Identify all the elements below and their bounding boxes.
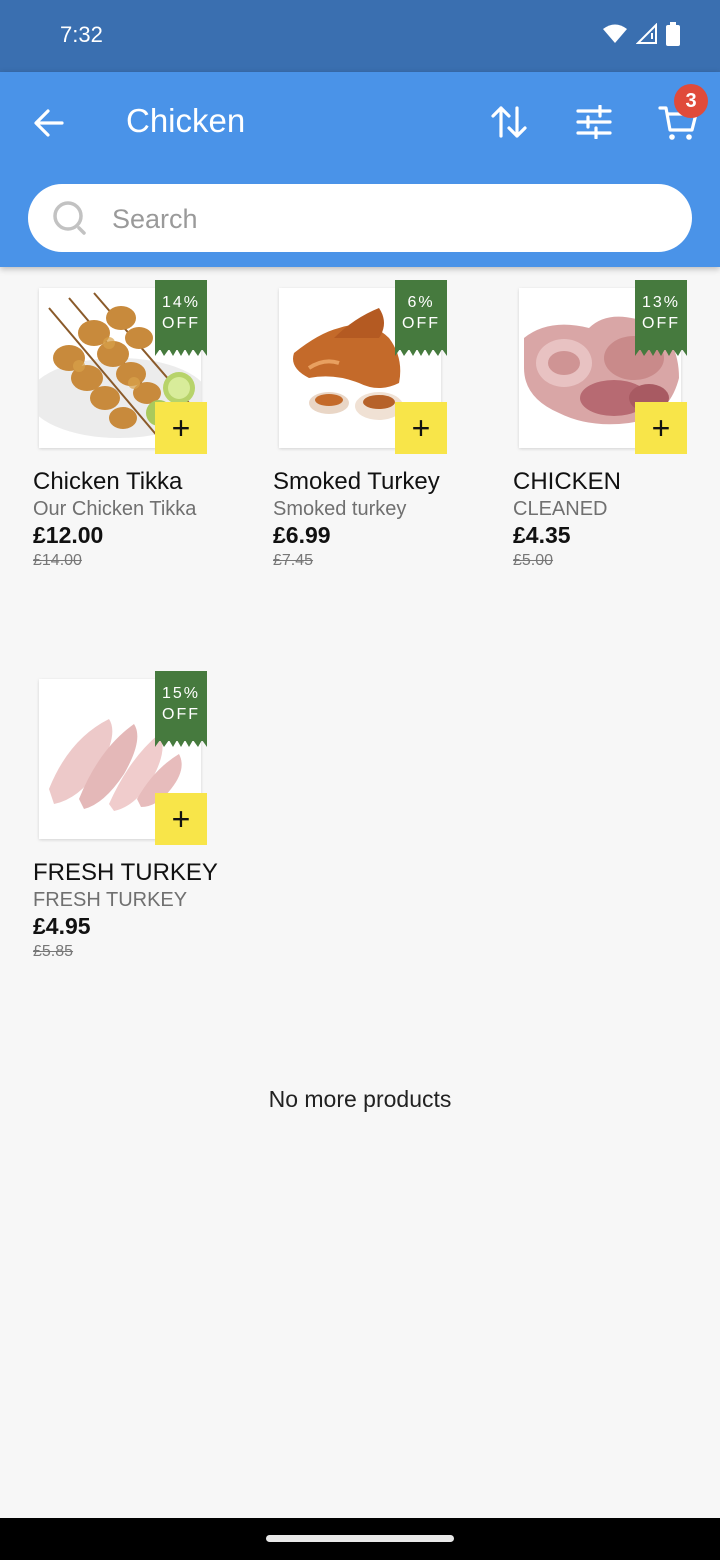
no-more-products-text: No more products [268,1086,452,1112]
plus-icon: + [171,409,191,446]
sort-button[interactable] [489,100,529,144]
add-to-cart-button[interactable]: + [155,402,207,454]
product-old-price: £7.45 [273,552,314,569]
status-time: 7:32 [60,22,103,47]
discount-off: OFF [402,315,440,332]
product-price: £12.00 [33,522,104,548]
discount-tag: 14% OFF [155,280,207,356]
discount-tag: 13% OFF [635,280,687,356]
product-price: £4.35 [513,522,571,548]
product-price: £4.95 [33,913,91,939]
product-name: Smoked Turkey [273,468,440,495]
plus-icon: + [411,409,431,446]
discount-off: OFF [162,706,200,723]
product-old-price: £5.00 [513,552,554,569]
back-arrow-icon[interactable] [32,106,66,140]
discount-off: OFF [642,315,680,332]
discount-percent: 14% [161,294,201,311]
discount-percent: 6% [407,294,435,311]
wifi-icon [603,24,627,43]
product-subtitle: FRESH TURKEY [33,889,188,911]
plus-icon: + [171,800,191,837]
tune-icon [576,105,612,139]
search-bar[interactable] [28,184,692,252]
signal-icon [636,23,657,44]
product-name: FRESH TURKEY [33,859,218,886]
plus-icon: + [651,409,671,446]
product-subtitle: Smoked turkey [273,498,407,520]
discount-percent: 13% [641,294,681,311]
product-old-price: £14.00 [33,552,82,569]
tag-zigzag [155,740,207,747]
cart-count-badge: 3 [674,84,708,118]
page-title: Chicken [126,102,246,139]
discount-tag: 15% OFF [155,671,207,747]
tag-zigzag [395,349,447,356]
product-name: Chicken Tikka [33,468,183,495]
search-input[interactable] [110,196,654,242]
filter-button[interactable] [574,100,614,144]
product-subtitle: Our Chicken Tikka [33,498,197,520]
navigation-bar [0,1518,720,1560]
product-card[interactable]: 14% OFF + Chicken Tikka Our Chicken Tikk… [33,280,233,580]
battery-icon [666,22,680,46]
product-card[interactable]: 6% OFF + Smoked Turkey Smoked turkey £6.… [273,280,473,580]
sort-icon [491,106,527,138]
home-gesture-handle[interactable] [266,1535,454,1542]
discount-percent: 15% [161,685,201,702]
status-bar: 7:32 [0,0,720,72]
system-icons [602,22,680,46]
product-card[interactable]: 13% OFF + CHICKEN CLEANED £4.35 £5.00 [513,280,713,580]
discount-off: OFF [162,315,200,332]
product-old-price: £5.85 [33,943,74,960]
product-name: CHICKEN [513,468,622,495]
tag-zigzag [155,349,207,356]
search-icon [53,201,86,235]
add-to-cart-button[interactable]: + [395,402,447,454]
tag-zigzag [635,349,687,356]
product-card[interactable]: 15% OFF + FRESH TURKEY FRESH TURKEY £4.9… [33,671,233,971]
add-to-cart-button[interactable]: + [155,793,207,845]
product-subtitle: CLEANED [513,498,608,520]
product-price: £6.99 [273,522,331,548]
discount-tag: 6% OFF [395,280,447,356]
add-to-cart-button[interactable]: + [635,402,687,454]
